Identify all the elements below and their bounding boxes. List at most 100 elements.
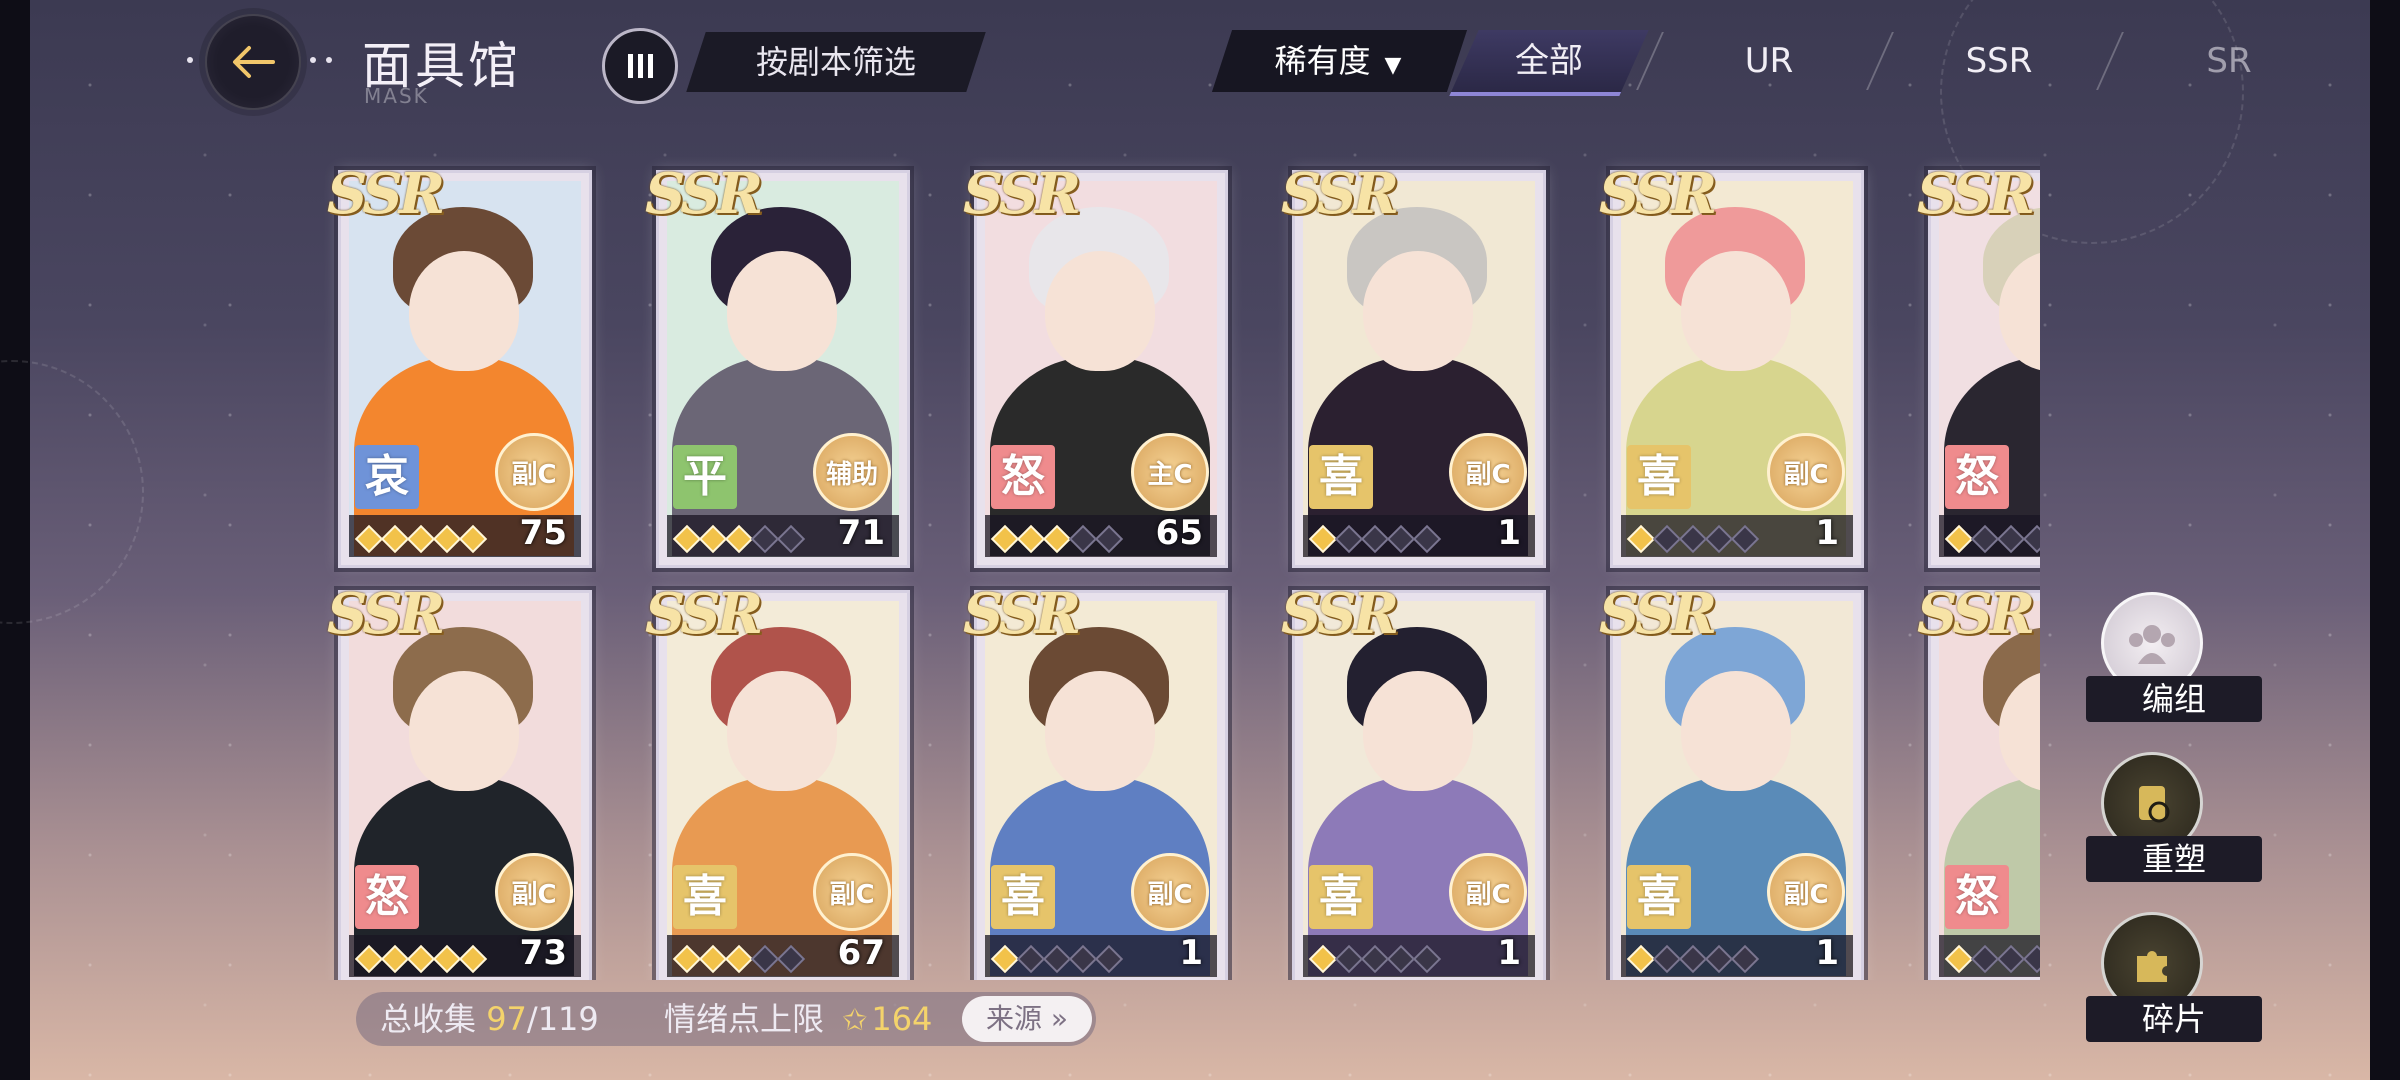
view-toggle-button[interactable] xyxy=(602,28,678,104)
mask-card[interactable]: SSR 喜 副C 1 xyxy=(1599,161,1864,568)
mask-card[interactable]: SSR 怒 副C 73 xyxy=(327,581,592,980)
star-empty-icon xyxy=(1094,524,1124,554)
mask-card-grid: SSR 哀副C 75 SSR 平辅助 71 SSR 怒主C 65 SSR 喜副C 1 SSR 喜副C 1 SS… xyxy=(320,150,2040,980)
emotion-badge: 喜 xyxy=(1309,445,1373,509)
star-rating xyxy=(1944,524,2040,554)
star-empty-icon xyxy=(1042,944,1072,974)
star-rating xyxy=(1308,524,1442,554)
star-empty-icon xyxy=(750,944,780,974)
star-empty-icon xyxy=(776,524,806,554)
star-empty-icon xyxy=(1996,944,2026,974)
star-rating xyxy=(354,524,488,554)
rarity-badge: SSR xyxy=(327,161,445,227)
emotion-badge: 哀 xyxy=(355,445,419,509)
card-level: 1 xyxy=(1497,513,1521,553)
star-filled-icon xyxy=(1626,944,1656,974)
star-empty-icon xyxy=(1360,524,1390,554)
mask-card[interactable]: SSR怒副C1 xyxy=(1917,161,2040,568)
decor-dot xyxy=(187,57,193,63)
star-point-icon: ✩ xyxy=(842,1003,868,1038)
star-filled-icon xyxy=(1308,944,1338,974)
dropdown-arrow-icon: ▼ xyxy=(1384,53,1402,78)
tab-all[interactable]: 全部 xyxy=(1464,30,1634,92)
tab-ssr[interactable]: SSR xyxy=(1904,30,2094,92)
portrait-face xyxy=(409,671,519,791)
mask-card[interactable]: SSR 喜 副C 1 xyxy=(963,581,1228,980)
role-badge: 副C xyxy=(1449,433,1527,511)
star-filled-icon xyxy=(1626,524,1656,554)
star-filled-icon xyxy=(990,944,1020,974)
mask-card[interactable]: SSR 喜 副C 67 xyxy=(645,581,910,980)
emotion-badge: 怒 xyxy=(1945,865,2009,929)
card-level: 65 xyxy=(1155,513,1203,553)
star-empty-icon xyxy=(1996,524,2026,554)
role-badge: 副C xyxy=(1131,853,1209,931)
mask-card[interactable]: SSR 怒 主C 65 xyxy=(963,161,1228,568)
star-empty-icon xyxy=(750,524,780,554)
tab-sr[interactable]: SR xyxy=(2134,30,2324,92)
portrait-face xyxy=(1681,251,1791,371)
tab-ur[interactable]: UR xyxy=(1674,30,1864,92)
menu-bar xyxy=(647,54,653,78)
emotion-cap-label: 情绪点上限 xyxy=(664,1000,825,1038)
star-filled-icon xyxy=(698,944,728,974)
mask-card[interactable]: SSR怒副C1 xyxy=(1917,581,2040,980)
star-filled-icon xyxy=(354,944,384,974)
right-edge-band xyxy=(2370,0,2400,1080)
rarity-tabs: 全部 UR SSR SR xyxy=(1444,30,2384,96)
mask-card[interactable]: SSR 喜 副C 1 xyxy=(1599,581,1864,980)
group-glyph xyxy=(2129,625,2175,664)
emotion-badge: 怒 xyxy=(1945,445,2009,509)
card-level: 75 xyxy=(519,513,567,553)
back-button[interactable] xyxy=(205,14,301,110)
star-filled-icon xyxy=(458,524,488,554)
mask-card[interactable]: SSR 平 辅助 71 xyxy=(645,161,910,568)
emotion-badge: 喜 xyxy=(673,865,737,929)
star-empty-icon xyxy=(1360,944,1390,974)
mask-card[interactable]: SSR 喜 副C 1 xyxy=(1281,161,1546,568)
tab-separator xyxy=(2096,32,2124,90)
role-badge: 副C xyxy=(813,853,891,931)
rarity-badge: SSR xyxy=(327,581,445,647)
star-empty-icon xyxy=(1068,944,1098,974)
card-level: 1 xyxy=(1497,933,1521,973)
rarity-badge: SSR xyxy=(963,161,1081,227)
mask-card[interactable]: SSR 哀 副C 75 xyxy=(327,161,592,568)
star-rating xyxy=(672,944,806,974)
collection-stat: 总收集 97/119 xyxy=(380,992,599,1046)
star-empty-icon xyxy=(1730,524,1760,554)
star-rating xyxy=(990,944,1124,974)
star-filled-icon xyxy=(1944,524,1974,554)
decor-dot xyxy=(310,57,316,63)
collection-count: 97 xyxy=(486,1000,527,1038)
star-filled-icon xyxy=(672,944,702,974)
mask-card[interactable]: SSR 喜 副C 1 xyxy=(1281,581,1546,980)
card-level: 67 xyxy=(837,933,885,973)
star-filled-icon xyxy=(698,524,728,554)
source-button[interactable]: 来源 » xyxy=(962,996,1092,1042)
collection-total: /119 xyxy=(526,1000,599,1038)
role-badge: 副C xyxy=(1767,433,1845,511)
role-badge: 副C xyxy=(1767,853,1845,931)
reshape-glyph xyxy=(2139,786,2170,823)
star-empty-icon xyxy=(1970,524,2000,554)
star-empty-icon xyxy=(2022,944,2040,974)
portrait-face xyxy=(727,251,837,371)
star-filled-icon xyxy=(458,944,488,974)
star-filled-icon xyxy=(380,944,410,974)
star-empty-icon xyxy=(1678,944,1708,974)
tab-label: SR xyxy=(2206,41,2252,81)
role-badge: 副C xyxy=(1449,853,1527,931)
portrait-face xyxy=(1045,671,1155,791)
star-empty-icon xyxy=(1730,944,1760,974)
star-rating xyxy=(1626,944,1760,974)
star-filled-icon xyxy=(380,524,410,554)
filter-by-script-button[interactable]: 按剧本筛选 xyxy=(696,32,976,92)
emotion-badge: 怒 xyxy=(991,445,1055,509)
star-empty-icon xyxy=(776,944,806,974)
star-rating xyxy=(1944,944,2040,974)
portrait-face xyxy=(1045,251,1155,371)
tab-label: UR xyxy=(1744,41,1794,81)
portrait-face xyxy=(727,671,837,791)
rarity-dropdown[interactable]: 稀有度 ▼ xyxy=(1228,30,1448,92)
